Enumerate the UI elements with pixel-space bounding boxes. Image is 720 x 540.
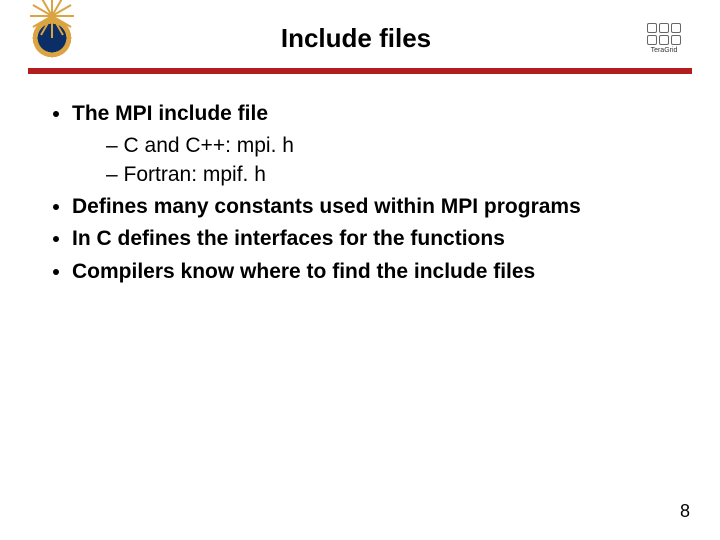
bullet-list-2: Defines many constants used within MPI p…: [34, 193, 686, 286]
nsf-logo: [28, 14, 76, 62]
bullet-item: Compilers know where to find the include…: [72, 258, 686, 286]
teragrid-label: TeraGrid: [651, 47, 678, 54]
bullet-list-1: The MPI include file C and C++: mpi. h F…: [34, 100, 686, 189]
nsf-seal-icon: [30, 16, 74, 60]
teragrid-icon: TeraGrid: [638, 18, 690, 58]
slide-body: The MPI include file C and C++: mpi. h F…: [28, 74, 692, 286]
sub-bullet-item: C and C++: mpi. h: [106, 132, 686, 160]
sub-bullet-list: C and C++: mpi. h Fortran: mpif. h: [72, 132, 686, 189]
bullet-item: The MPI include file C and C++: mpi. h F…: [72, 100, 686, 189]
bullet-item: In C defines the interfaces for the func…: [72, 225, 686, 253]
slide: Include files TeraGrid The MPI include f…: [0, 0, 720, 540]
header-row: Include files TeraGrid: [28, 12, 692, 64]
bullet-text: The MPI include file: [72, 102, 268, 125]
slide-title: Include files: [76, 23, 636, 54]
page-number: 8: [680, 501, 690, 522]
teragrid-logo: TeraGrid: [636, 14, 692, 62]
sub-bullet-item: Fortran: mpif. h: [106, 161, 686, 189]
bullet-item: Defines many constants used within MPI p…: [72, 193, 686, 221]
